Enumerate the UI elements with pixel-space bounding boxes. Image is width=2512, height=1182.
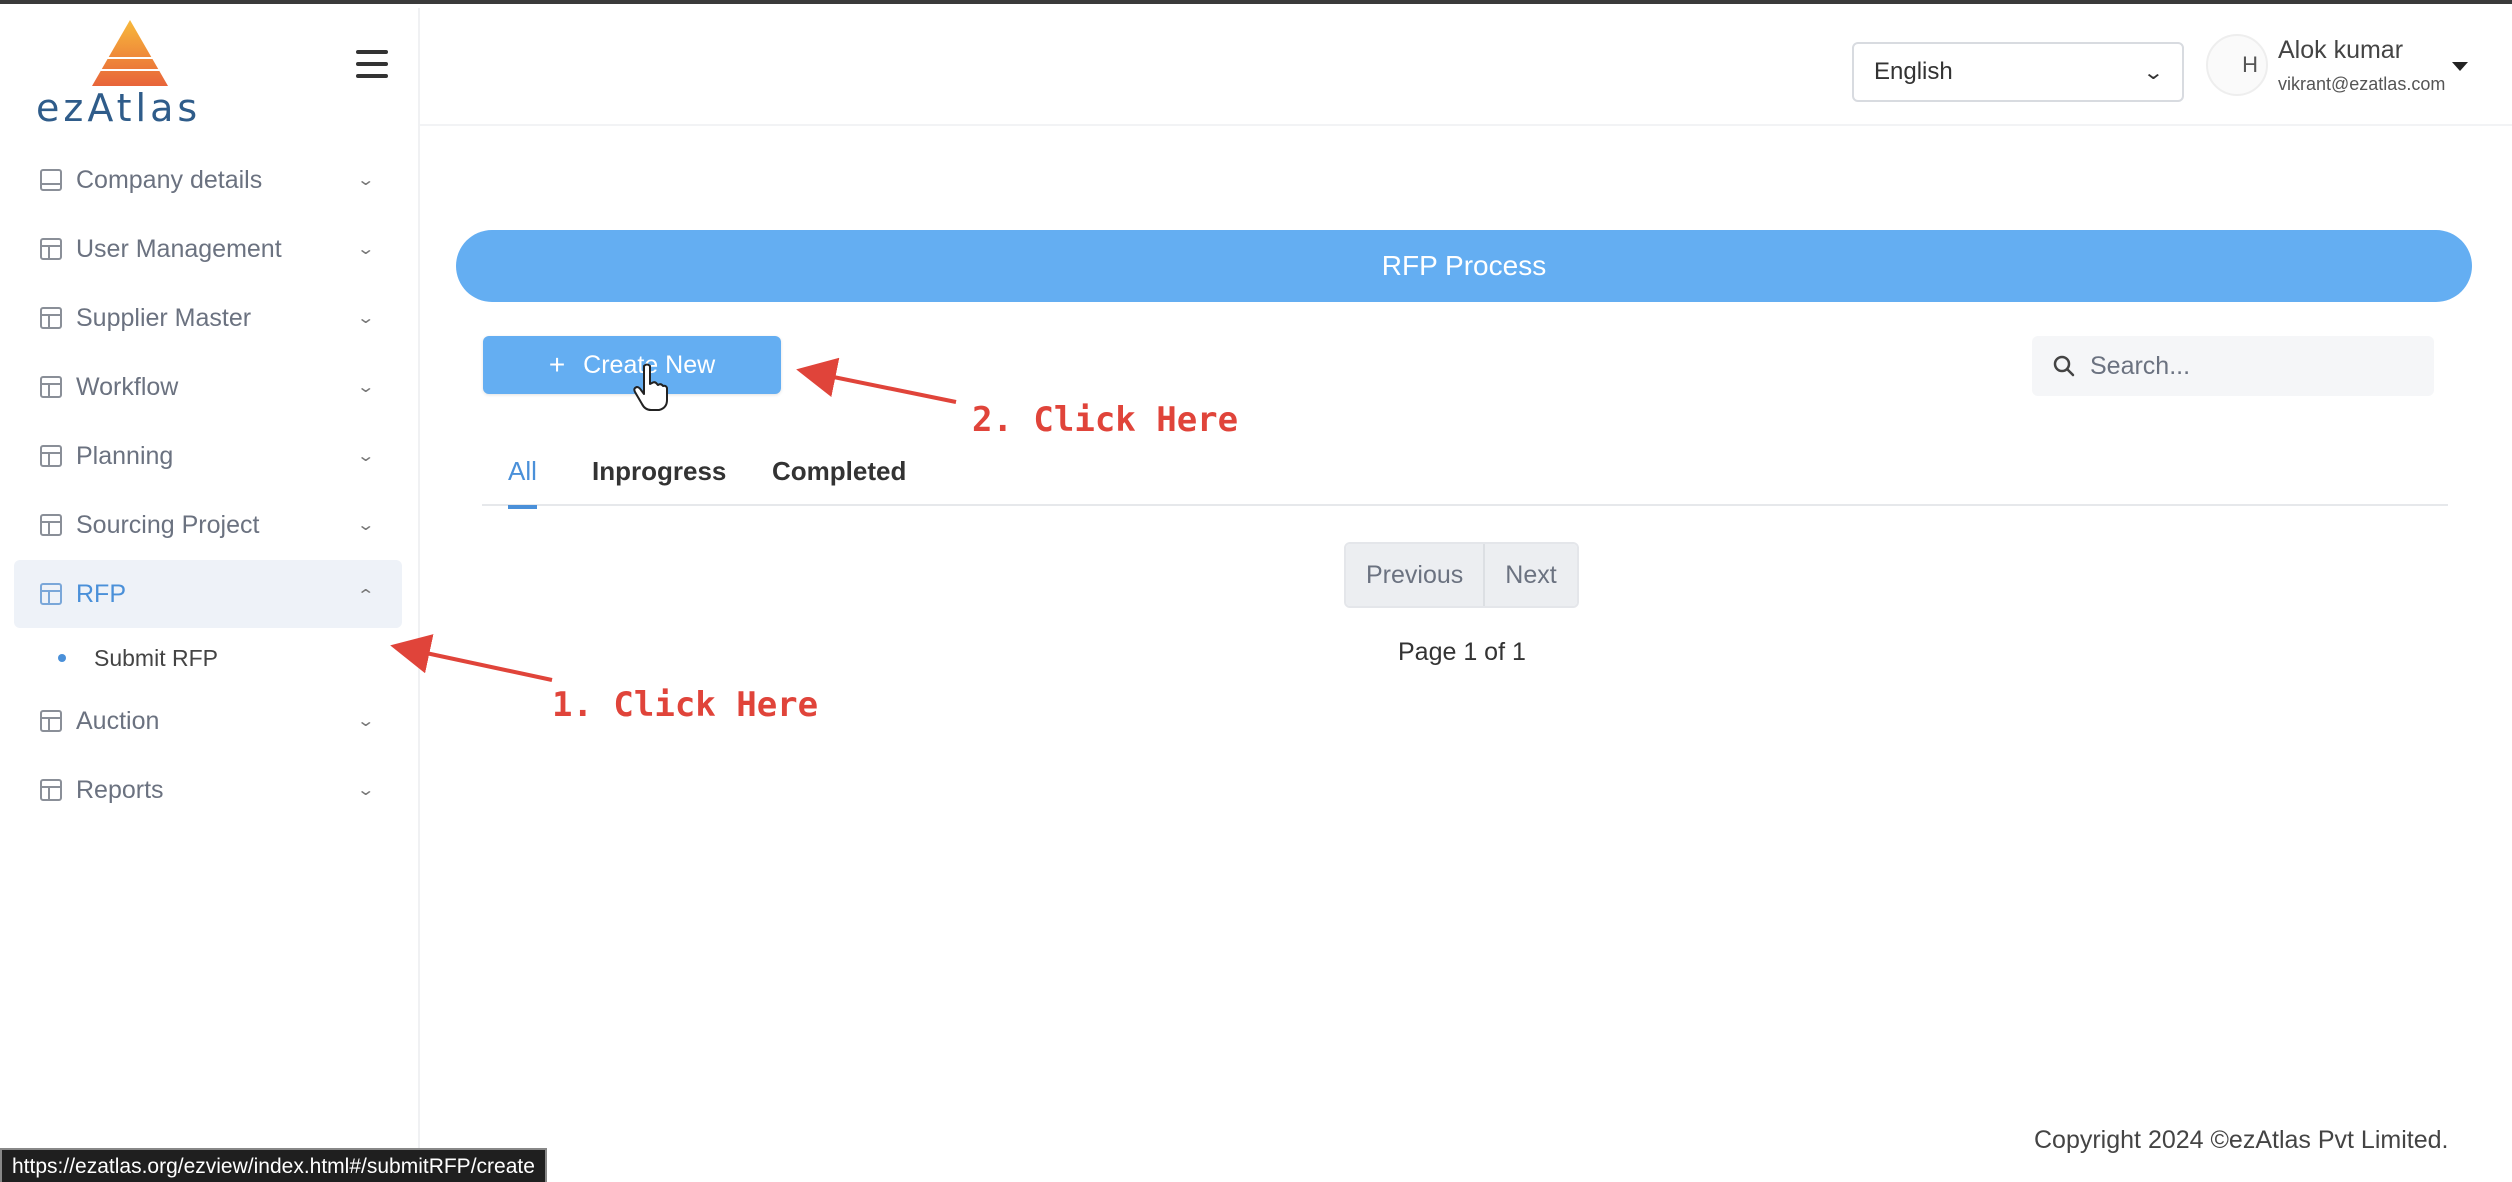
chevron-down-icon: ⌄ (355, 241, 375, 258)
chevron-down-icon: ⌄ (355, 782, 375, 799)
sidebar-item-label: Auction (76, 706, 160, 735)
annotation-arrow-step2 (796, 357, 957, 404)
language-select[interactable]: English ⌄ (1852, 42, 2184, 102)
sidebar-item-label: Planning (76, 441, 174, 470)
status-bar-url: https://ezatlas.org/ezview/index.html#/s… (0, 1148, 547, 1182)
user-name: Alok kumar (2278, 36, 2404, 64)
sidebar-item-reports[interactable]: Reports ⌄ (14, 756, 402, 824)
submenu-item-label: Submit RFP (94, 644, 218, 671)
sidebar-item-label: Supplier Master (76, 303, 252, 332)
sidebar-item-user-management[interactable]: User Management ⌄ (14, 215, 402, 283)
tab-completed[interactable]: Completed (772, 456, 906, 505)
hand-cursor-icon (633, 363, 668, 411)
sidebar-item-label: Reports (76, 775, 164, 804)
table-icon (40, 583, 62, 605)
search-input[interactable] (2090, 351, 2410, 381)
hamburger-menu-icon[interactable] (356, 50, 388, 78)
sidebar-menu: Company details ⌄ User Management ⌄ Supp… (14, 146, 402, 825)
annotation-step1: 1. Click Here (552, 685, 819, 725)
page-title-banner: RFP Process (456, 230, 2472, 302)
avatar[interactable]: H (2206, 34, 2268, 96)
chevron-down-icon: ⌄ (355, 517, 375, 534)
next-button[interactable]: Next (1483, 544, 1577, 606)
annotation-step2: 2. Click Here (972, 400, 1239, 440)
table-icon (40, 710, 62, 732)
sidebar-item-sourcing-project[interactable]: Sourcing Project ⌄ (14, 491, 402, 559)
user-email: vikrant@ezatlas.com (2278, 74, 2446, 94)
chevron-down-icon: ⌄ (355, 713, 375, 730)
chevron-down-icon: ⌄ (355, 379, 375, 396)
plus-icon: + (548, 349, 566, 380)
annotation-arrow-step1 (390, 634, 553, 682)
logo-text: ezAtlas (36, 86, 202, 130)
table-icon (40, 376, 62, 398)
sidebar-item-label: Company details (76, 165, 263, 194)
status-tabs: All Inprogress Completed (482, 444, 2448, 509)
chevron-down-icon: ⌄ (2142, 61, 2165, 84)
search-box[interactable] (2032, 336, 2434, 396)
top-bar (420, 8, 2512, 126)
table-icon (40, 514, 62, 536)
sidebar-item-rfp[interactable]: RFP ⌄ (14, 560, 402, 628)
user-menu-caret-icon[interactable] (2452, 62, 2468, 71)
footer-copyright: Copyright 2024 ©ezAtlas Pvt Limited. (2034, 1126, 2449, 1154)
table-icon (40, 307, 62, 329)
chevron-down-icon: ⌄ (355, 172, 375, 189)
sidebar-item-company-details[interactable]: Company details ⌄ (14, 146, 402, 214)
submenu-item-submit-rfp[interactable]: Submit RFP (14, 629, 402, 687)
pagination: Previous Next (1344, 542, 1579, 608)
tab-all[interactable]: All (508, 456, 537, 509)
sidebar-item-supplier-master[interactable]: Supplier Master ⌄ (14, 284, 402, 352)
chevron-up-icon: ⌄ (355, 585, 375, 602)
sidebar-item-label: Workflow (76, 372, 179, 401)
chevron-down-icon: ⌄ (355, 448, 375, 465)
table-icon (40, 238, 62, 260)
search-icon (2053, 355, 2075, 377)
sidebar-item-label: Sourcing Project (76, 510, 260, 539)
table-icon (40, 445, 62, 467)
page-info: Page 1 of 1 (1398, 638, 1526, 666)
bullet-icon (58, 654, 66, 662)
chevron-down-icon: ⌄ (355, 310, 375, 327)
previous-button[interactable]: Previous (1346, 544, 1484, 606)
sidebar-item-label: User Management (76, 234, 282, 263)
language-select-value: English (1874, 58, 1953, 85)
sidebar-item-label: RFP (76, 579, 126, 608)
sidebar: ezAtlas Company details ⌄ User Managemen… (0, 8, 420, 1182)
book-icon (40, 169, 62, 191)
table-icon (40, 779, 62, 801)
sidebar-item-auction[interactable]: Auction ⌄ (14, 687, 402, 755)
sidebar-item-workflow[interactable]: Workflow ⌄ (14, 353, 402, 421)
tab-inprogress[interactable]: Inprogress (592, 456, 726, 505)
sidebar-item-planning[interactable]: Planning ⌄ (14, 422, 402, 490)
avatar-alt-text: H (2242, 52, 2258, 77)
